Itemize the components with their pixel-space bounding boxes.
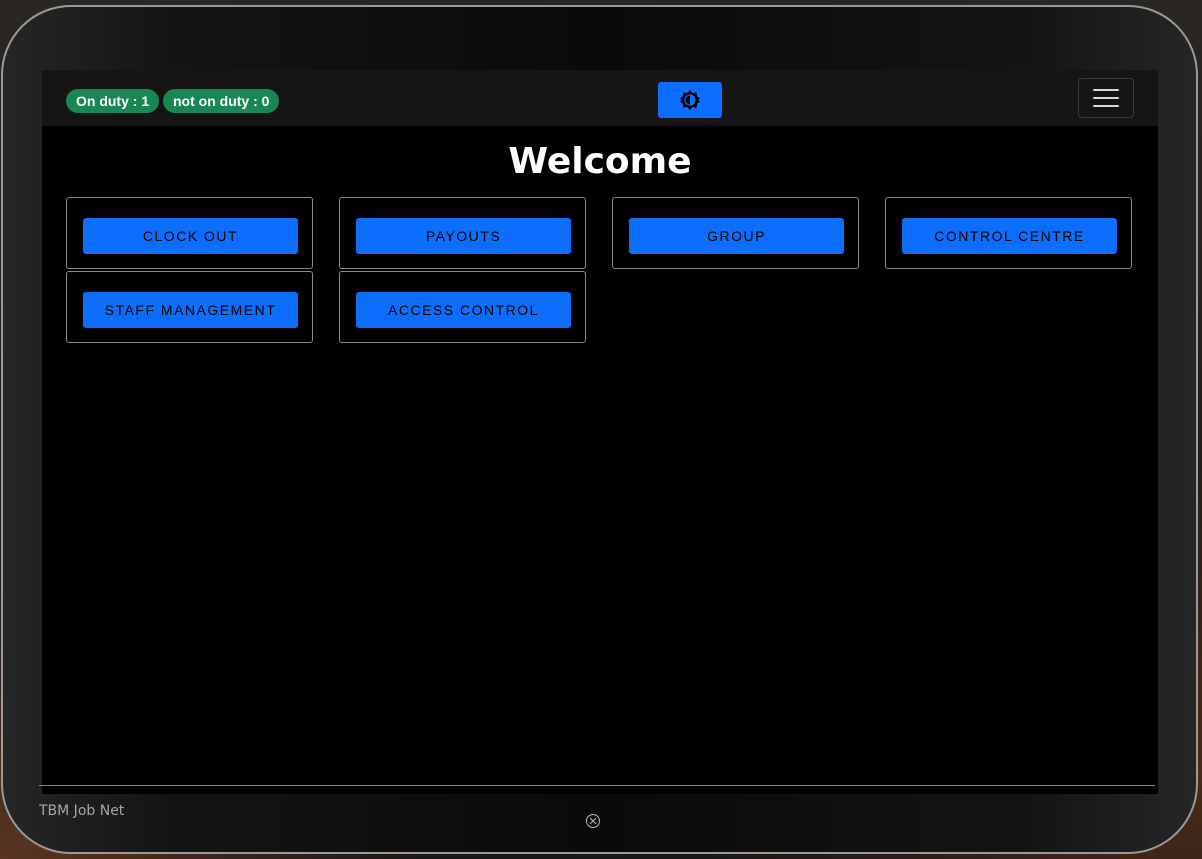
not-on-duty-badge: not on duty : 0 bbox=[163, 89, 280, 113]
access-control-button[interactable]: ACCESS CONTROL bbox=[356, 292, 571, 328]
menu-toggle-button[interactable] bbox=[1078, 78, 1134, 118]
hamburger-icon-bar bbox=[1093, 105, 1119, 107]
theme-toggle-button[interactable] bbox=[658, 82, 722, 118]
hamburger-icon-bar bbox=[1093, 97, 1119, 99]
clock-out-button[interactable]: CLOCK OUT bbox=[83, 218, 298, 254]
group-button[interactable]: GROUP bbox=[629, 218, 844, 254]
payouts-button[interactable]: PAYOUTS bbox=[356, 218, 571, 254]
close-x-icon bbox=[589, 817, 597, 825]
on-duty-badge: On duty : 1 bbox=[66, 89, 160, 113]
close-circle-icon[interactable] bbox=[586, 814, 600, 828]
navbar: On duty : 1 not on duty : 0 bbox=[42, 70, 1158, 126]
footer-divider bbox=[39, 785, 1155, 786]
staff-management-button[interactable]: STAFF MANAGEMENT bbox=[83, 292, 298, 328]
control-centre-button[interactable]: CONTROL CENTRE bbox=[902, 218, 1117, 254]
card-payouts: PAYOUTS bbox=[339, 197, 586, 269]
footer-brand: TBM Job Net bbox=[39, 803, 125, 819]
page-title: Welcome bbox=[508, 141, 692, 182]
brightness-icon bbox=[680, 90, 700, 110]
card-clock-out: CLOCK OUT bbox=[66, 197, 313, 269]
card-control-centre: CONTROL CENTRE bbox=[885, 197, 1132, 269]
card-staff-management: STAFF MANAGEMENT bbox=[66, 271, 313, 343]
app-screen: On duty : 1 not on duty : 0 Welcome CLOC… bbox=[42, 70, 1158, 794]
tablet-frame: On duty : 1 not on duty : 0 Welcome CLOC… bbox=[1, 5, 1198, 854]
card-group: GROUP bbox=[612, 197, 859, 269]
hamburger-icon bbox=[1093, 89, 1119, 91]
card-access-control: ACCESS CONTROL bbox=[339, 271, 586, 343]
